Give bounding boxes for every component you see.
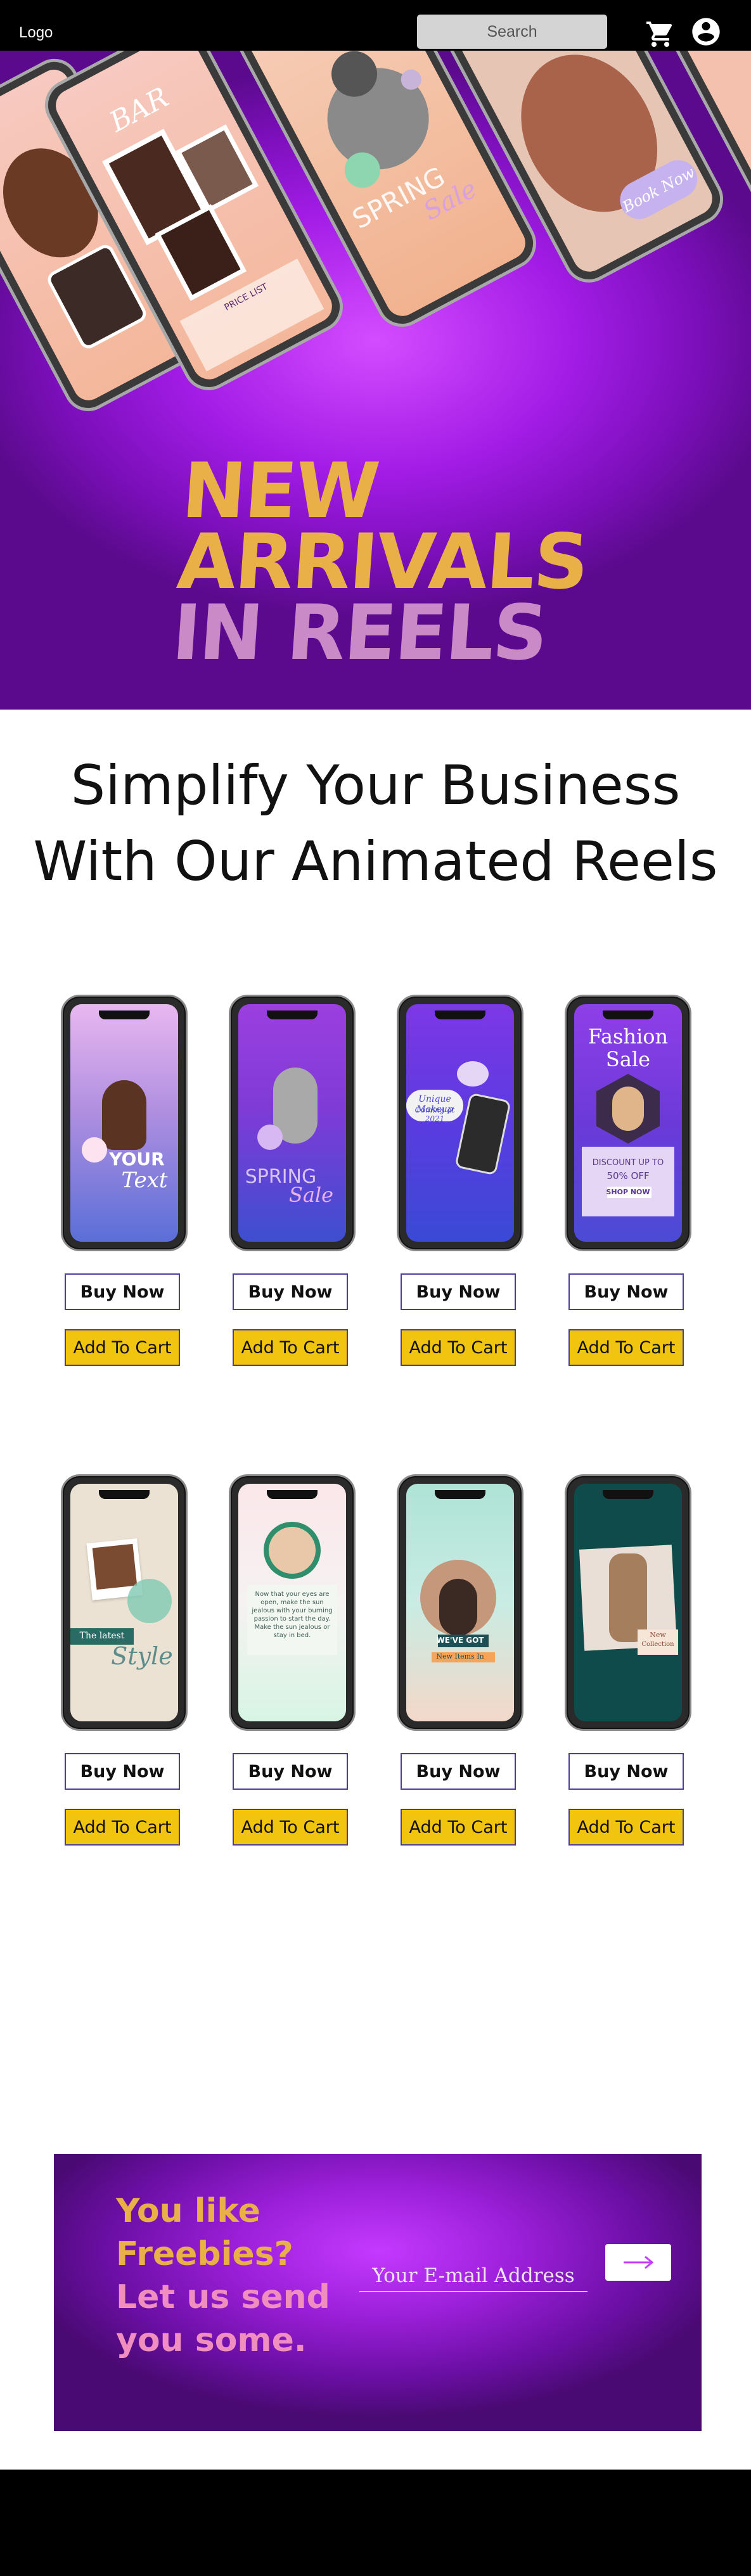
add-to-cart-button[interactable]: Add To Cart [233, 1329, 348, 1366]
newsletter-line4: you some. [116, 2321, 307, 2359]
add-to-cart-button[interactable]: Add To Cart [233, 1809, 348, 1846]
footer [0, 2470, 751, 2576]
hero-title: NEW ARRIVALS IN REELS [169, 447, 751, 677]
email-input[interactable] [359, 2260, 587, 2292]
buy-now-button[interactable]: Buy Now [568, 1273, 684, 1310]
add-to-cart-button[interactable]: Add To Cart [65, 1329, 180, 1366]
product-preview: Now that your eyes are open, make the su… [238, 1484, 346, 1721]
product-screen-text: YOUR [109, 1149, 165, 1170]
buy-now-button[interactable]: Buy Now [401, 1753, 516, 1790]
product-phone[interactable]: SPRING Sale [229, 995, 356, 1251]
hero-banner: BAR PRICE LIST SPRING Sale Book Now NEW … [0, 51, 751, 710]
section-headline: Simplify Your Business With Our Animated… [0, 748, 751, 900]
submit-email-button[interactable] [605, 2244, 671, 2281]
product-screen-text: Now that your eyes are open, make the su… [252, 1591, 333, 1639]
product-screen-text: Style [111, 1642, 173, 1670]
hero-title-line1: NEW ARRIVALS [174, 447, 591, 606]
shopping-cart-icon[interactable] [645, 19, 676, 49]
add-to-cart-button[interactable]: Add To Cart [401, 1329, 516, 1366]
product-phone[interactable]: YOUR Text [61, 995, 188, 1251]
headline-line2: With Our Animated Reels [33, 830, 718, 893]
product-preview: YOUR Text [70, 1004, 178, 1242]
top-nav-bar: Logo Search [0, 0, 751, 51]
product-screen-text: Collection [641, 1641, 674, 1648]
newsletter-line1: You like [116, 2192, 260, 2230]
product-preview: Unique Makeup Coming at 2021 [406, 1004, 514, 1242]
product-phone[interactable]: Unique Makeup Coming at 2021 [397, 995, 523, 1251]
search-bar[interactable]: Search [417, 15, 607, 49]
product-phone[interactable]: Fashion Sale DISCOUNT UP TO 50% OFF SHOP… [565, 995, 691, 1251]
product-preview: Fashion Sale DISCOUNT UP TO 50% OFF SHOP… [574, 1004, 682, 1242]
add-to-cart-button[interactable]: Add To Cart [65, 1809, 180, 1846]
buy-now-button[interactable]: Buy Now [65, 1753, 180, 1790]
product-screen-text: DISCOUNT UP TO [592, 1158, 664, 1168]
product-preview: WE'VE GOT New Items In [406, 1484, 514, 1721]
newsletter-line2: Freebies? [116, 2235, 293, 2273]
product-preview: New Collection [574, 1484, 682, 1721]
arrow-right-icon [624, 2255, 654, 2269]
product-screen-text: 50% OFF [607, 1170, 650, 1182]
product-phone[interactable]: Now that your eyes are open, make the su… [229, 1474, 356, 1731]
product-screen-text: Coming at 2021 [414, 1106, 455, 1123]
product-screen-text: WE'VE GOT [436, 1636, 484, 1645]
hero-title-line2: IN REELS [169, 589, 550, 677]
newsletter-banner: You like Freebies? Let us send you some. [54, 2154, 702, 2431]
account-circle-icon[interactable] [690, 15, 722, 48]
product-screen-text: Fashion [587, 1024, 669, 1049]
product-phone[interactable]: New Collection [565, 1474, 691, 1731]
logo[interactable]: Logo [19, 24, 53, 42]
product-screen-text: New Items In [436, 1652, 484, 1661]
product-preview: The latest Style [70, 1484, 178, 1721]
product-screen-text: SHOP NOW [606, 1188, 650, 1196]
buy-now-button[interactable]: Buy Now [568, 1753, 684, 1790]
product-screen-text: Sale [288, 1183, 334, 1207]
product-screen-text: New [650, 1631, 666, 1639]
buy-now-button[interactable]: Buy Now [401, 1273, 516, 1310]
add-to-cart-button[interactable]: Add To Cart [568, 1809, 684, 1846]
product-screen-text: Text [121, 1168, 168, 1193]
headline-line1: Simplify Your Business [70, 754, 681, 817]
product-screen-text: Sale [605, 1047, 651, 1071]
buy-now-button[interactable]: Buy Now [65, 1273, 180, 1310]
newsletter-line3: Let us send [116, 2278, 330, 2316]
product-screen-text: The latest [79, 1631, 125, 1641]
buy-now-button[interactable]: Buy Now [233, 1273, 348, 1310]
product-phone[interactable]: The latest Style [61, 1474, 188, 1731]
add-to-cart-button[interactable]: Add To Cart [401, 1809, 516, 1846]
buy-now-button[interactable]: Buy Now [233, 1753, 348, 1790]
product-phone[interactable]: WE'VE GOT New Items In [397, 1474, 523, 1731]
add-to-cart-button[interactable]: Add To Cart [568, 1329, 684, 1366]
newsletter-heading: You like Freebies? Let us send you some. [116, 2190, 330, 2362]
product-preview: SPRING Sale [238, 1004, 346, 1242]
